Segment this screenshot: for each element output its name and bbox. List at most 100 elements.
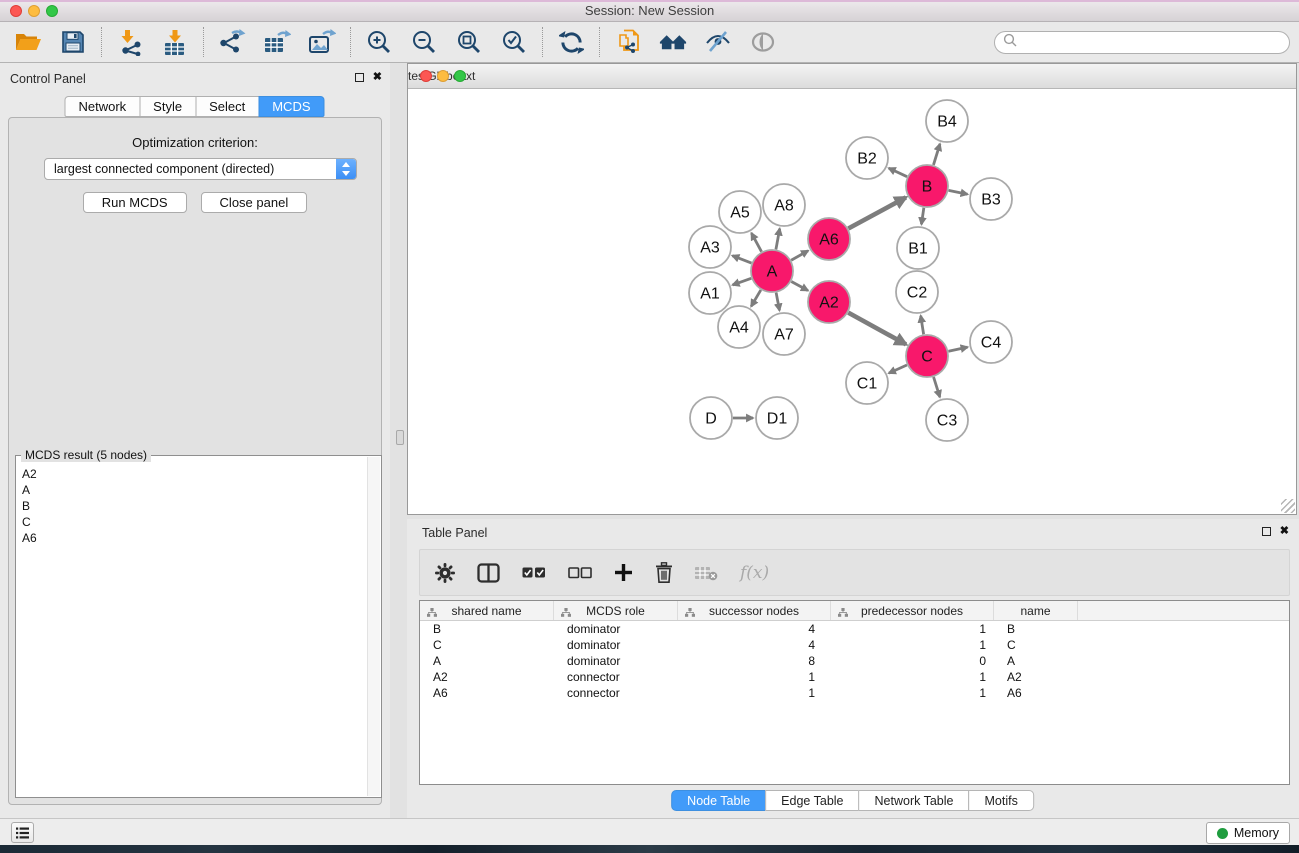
- deselect-all-icon[interactable]: [568, 567, 592, 579]
- edge-A-A2[interactable]: [791, 282, 808, 291]
- table-row[interactable]: Adominator80A: [420, 653, 1289, 669]
- close-panel-icon[interactable]: ✖: [373, 72, 382, 83]
- edge-A-A7[interactable]: [776, 293, 779, 311]
- column-header-predecessor-nodes[interactable]: predecessor nodes: [831, 601, 994, 620]
- minimize-network-button[interactable]: [437, 70, 449, 82]
- table-row[interactable]: A2connector11A2: [420, 669, 1289, 685]
- export-network-icon[interactable]: [218, 28, 246, 56]
- zoom-out-icon[interactable]: [410, 28, 438, 56]
- graph-node-A1[interactable]: A1: [689, 272, 731, 314]
- open-file-icon[interactable]: [14, 28, 42, 56]
- tab-network-table[interactable]: Network Table: [859, 790, 970, 811]
- task-history-button[interactable]: [11, 822, 34, 843]
- result-item[interactable]: B: [22, 498, 366, 514]
- graph-node-A[interactable]: A: [751, 250, 793, 292]
- graph-node-A3[interactable]: A3: [689, 226, 731, 268]
- network-graph-canvas[interactable]: B4B2BB3A5A8A6A3B1AC2A1A2A4A7C4CC1C3DD1: [408, 90, 1296, 514]
- graph-node-C[interactable]: C: [906, 335, 948, 377]
- minimize-window-button[interactable]: [28, 5, 40, 17]
- graph-node-B4[interactable]: B4: [926, 100, 968, 142]
- select-all-icon[interactable]: [522, 567, 546, 579]
- edge-C-C3[interactable]: [934, 377, 940, 397]
- edge-A6-B[interactable]: [848, 197, 906, 228]
- result-item[interactable]: A6: [22, 530, 366, 546]
- split-view-icon[interactable]: [477, 563, 500, 583]
- tab-network[interactable]: Network: [64, 96, 140, 117]
- home-view-icon[interactable]: [659, 28, 687, 56]
- save-session-icon[interactable]: [59, 28, 87, 56]
- import-table-icon[interactable]: [161, 28, 189, 56]
- float-table-panel-icon[interactable]: [1262, 527, 1271, 536]
- delete-column-icon[interactable]: [655, 562, 673, 583]
- edge-C-C1[interactable]: [889, 365, 907, 373]
- settings-icon[interactable]: [435, 563, 455, 583]
- resize-grip-icon[interactable]: [1281, 499, 1295, 513]
- zoom-in-icon[interactable]: [365, 28, 393, 56]
- tab-select[interactable]: Select: [195, 96, 259, 117]
- result-scrollbar[interactable]: [367, 457, 380, 796]
- refresh-view-icon[interactable]: [557, 28, 585, 56]
- edge-A-A6[interactable]: [791, 251, 808, 260]
- column-header-successor-nodes[interactable]: successor nodes: [678, 601, 831, 620]
- graph-node-A6[interactable]: A6: [808, 218, 850, 260]
- graph-node-C3[interactable]: C3: [926, 399, 968, 441]
- graph-node-B2[interactable]: B2: [846, 137, 888, 179]
- edge-A-A5[interactable]: [751, 233, 761, 252]
- column-header-MCDS-role[interactable]: MCDS role: [554, 601, 678, 620]
- splitter-grip[interactable]: [396, 430, 404, 445]
- search-input[interactable]: [1022, 34, 1289, 52]
- edge-B-B4[interactable]: [933, 144, 939, 165]
- close-table-panel-icon[interactable]: ✖: [1280, 526, 1289, 537]
- graph-node-D[interactable]: D: [690, 397, 732, 439]
- graph-node-A2[interactable]: A2: [808, 281, 850, 323]
- edge-A-A3[interactable]: [732, 256, 751, 263]
- function-icon[interactable]: f(x): [740, 563, 769, 583]
- table-row[interactable]: A6connector11A6: [420, 685, 1289, 701]
- export-image-icon[interactable]: [308, 28, 336, 56]
- show-display-icon[interactable]: [749, 28, 777, 56]
- edge-C-C2[interactable]: [921, 316, 924, 335]
- edge-B-B3[interactable]: [949, 190, 968, 194]
- column-header-shared-name[interactable]: shared name: [420, 601, 554, 620]
- graph-node-A4[interactable]: A4: [718, 306, 760, 348]
- table-row[interactable]: Bdominator41B: [420, 621, 1289, 637]
- graph-node-A5[interactable]: A5: [719, 191, 761, 233]
- tab-motifs[interactable]: Motifs: [968, 790, 1033, 811]
- edge-A-A8[interactable]: [776, 229, 780, 250]
- close-network-button[interactable]: [420, 70, 432, 82]
- edge-A-A1[interactable]: [733, 278, 752, 285]
- edge-B-B1[interactable]: [921, 208, 923, 224]
- edge-A-A4[interactable]: [751, 290, 761, 306]
- tab-edge-table[interactable]: Edge Table: [765, 790, 859, 811]
- column-header-name[interactable]: name: [994, 601, 1078, 620]
- edge-C-C4[interactable]: [948, 347, 967, 351]
- add-column-icon[interactable]: [614, 563, 633, 582]
- tab-mcds[interactable]: MCDS: [258, 96, 324, 117]
- hide-display-icon[interactable]: [704, 28, 732, 56]
- graph-node-A8[interactable]: A8: [763, 184, 805, 226]
- float-panel-icon[interactable]: [355, 73, 364, 82]
- tab-node-table[interactable]: Node Table: [671, 790, 766, 811]
- export-table-icon[interactable]: [263, 28, 291, 56]
- zoom-network-button[interactable]: [454, 70, 466, 82]
- edge-A2-C[interactable]: [848, 313, 906, 345]
- table-row[interactable]: Cdominator41C: [420, 637, 1289, 653]
- criterion-dropdown[interactable]: largest connected component (directed): [44, 158, 357, 180]
- zoom-selected-icon[interactable]: [500, 28, 528, 56]
- run-mcds-button[interactable]: Run MCDS: [83, 192, 187, 213]
- graph-node-C2[interactable]: C2: [896, 271, 938, 313]
- zoom-fit-icon[interactable]: [455, 28, 483, 56]
- graph-node-D1[interactable]: D1: [756, 397, 798, 439]
- close-window-button[interactable]: [10, 5, 22, 17]
- graph-node-C4[interactable]: C4: [970, 321, 1012, 363]
- edge-B-B2[interactable]: [889, 168, 907, 177]
- zoom-window-button[interactable]: [46, 5, 58, 17]
- close-panel-button[interactable]: Close panel: [201, 192, 308, 213]
- graph-node-B1[interactable]: B1: [897, 227, 939, 269]
- clone-network-icon[interactable]: [614, 28, 642, 56]
- network-window-titlebar[interactable]: testGlobe.txt: [408, 64, 1296, 89]
- result-item[interactable]: A: [22, 482, 366, 498]
- result-item[interactable]: C: [22, 514, 366, 530]
- graph-node-B[interactable]: B: [906, 165, 948, 207]
- result-item[interactable]: A2: [22, 466, 366, 482]
